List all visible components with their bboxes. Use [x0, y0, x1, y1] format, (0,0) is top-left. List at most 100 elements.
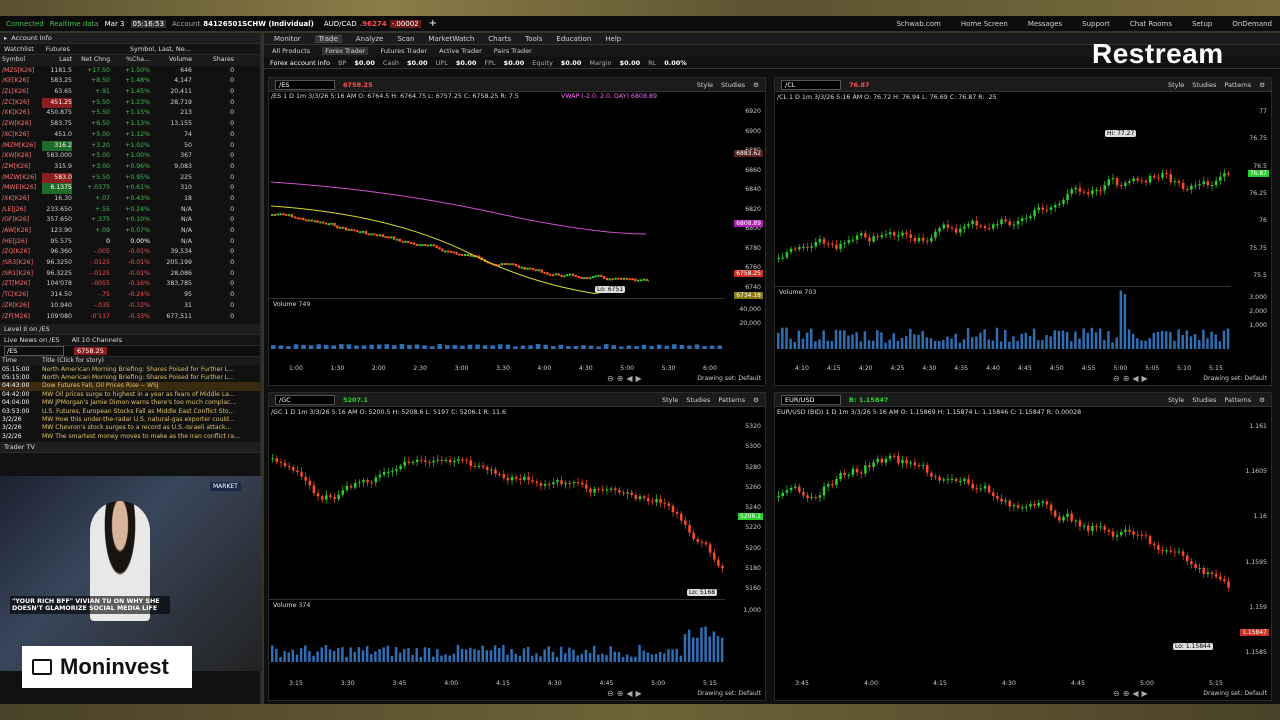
watchlist-row[interactable]: /ZM[K26] 315.9 +3.00 +0.96% 9,083 0 [0, 162, 260, 173]
patterns-menu[interactable]: Patterns [1224, 81, 1251, 89]
studies-menu[interactable]: Studies [686, 396, 710, 404]
subtab-all-products[interactable]: All Products [272, 47, 310, 55]
account-selector[interactable]: 84126501SCHW (Individual) [203, 20, 314, 28]
watchlist-row[interactable]: /HE[J26] 95.575 0 0.00% N/A 0 [0, 237, 260, 248]
chart-symbol-input[interactable]: /ES [275, 79, 335, 90]
account-info-header[interactable]: ▸ Account Info [0, 33, 260, 44]
link-home-screen[interactable]: Home Screen [961, 20, 1008, 28]
watchlist-row[interactable]: /ZQ[K26] 96.360 -.005 -0.01% 39,534 0 [0, 247, 260, 258]
news-item[interactable]: 04:43:00 Dow Futures Fall, Oil Prices Ris… [0, 382, 260, 391]
watchlist-row[interactable]: /ZC[K26] 451.25 +5.50 +1.23% 28,719 0 [0, 97, 260, 109]
watchlist-row[interactable]: /ZR[K26] 10.940 -.035 -0.32% 31 0 [0, 301, 260, 312]
subtab-futures-trader[interactable]: Futures Trader [380, 47, 427, 55]
news-item[interactable]: 3/2/26 MW The smartest money moves to mak… [0, 433, 260, 441]
studies-menu[interactable]: Studies [1192, 81, 1216, 89]
style-menu[interactable]: Style [1168, 396, 1184, 404]
chart-symbol-input[interactable]: /GC [275, 394, 335, 405]
watchlist-selector[interactable]: Futures [46, 45, 70, 53]
watchlist-row[interactable]: /AW[K26] 123.90 +.09 +0.07% N/A 0 [0, 226, 260, 237]
watchlist-row[interactable]: /ZF[M26] 109'080 -0'117 -0.33% 677,511 0 [0, 312, 260, 323]
gear-icon[interactable]: ⚙ [1259, 396, 1265, 404]
news-item[interactable]: 05:15:00 North American Morning Briefing:… [0, 374, 260, 382]
news-symbol-input[interactable]: /ES [4, 346, 64, 357]
watchlist-row[interactable]: /LE[J26] 233.650 +.55 +0.24% N/A 0 [0, 205, 260, 216]
col-shares[interactable]: Shares [192, 55, 238, 66]
pair-symbol[interactable]: AUD/CAD [324, 20, 357, 28]
menu-monitor[interactable]: Monitor [274, 35, 301, 43]
style-menu[interactable]: Style [697, 81, 713, 89]
menu-charts[interactable]: Charts [488, 35, 511, 43]
add-icon[interactable]: + [429, 18, 437, 29]
news-item[interactable]: 3/2/26 MW Chevron's stock surges to a rec… [0, 424, 260, 432]
chart-eurusd[interactable]: EUR/USD B: 1.15847 Style Studies Patterns ⚙ EU… [774, 392, 1272, 701]
trader-tv-video[interactable]: MARKET "YOUR RICH BFF" VIVIAN TU ON WHY … [0, 476, 262, 671]
all-channels-selector[interactable]: All 10 Channels [72, 336, 123, 344]
chart-es[interactable]: /ES 6758.25 Style Studies ⚙ /ES 1 D 1m 3/3/26… [268, 77, 766, 386]
col-percent-change[interactable]: %Cha... [110, 55, 150, 66]
link-chat-rooms[interactable]: Chat Rooms [1130, 20, 1172, 28]
watchlist-row[interactable]: /ZW[K26] 583.75 +6.50 +1.13% 13,155 0 [0, 119, 260, 130]
menu-help[interactable]: Help [605, 35, 621, 43]
volume-pane[interactable]: Volume 703 [775, 286, 1231, 349]
live-news-tab[interactable]: Live News on /ES [0, 336, 60, 344]
drawing-set[interactable]: Drawing set: Default [1203, 375, 1267, 382]
watchlist-row[interactable]: /XC[K26] 451.0 +5.00 +1.12% 74 0 [0, 130, 260, 141]
price-plot[interactable] [271, 419, 725, 595]
watchlist-row[interactable]: /XK[K26] 16.30 +.07 +0.43% 18 0 [0, 194, 260, 205]
subtab-active-trader[interactable]: Active Trader [439, 47, 482, 55]
chart-cl[interactable]: /CL 76.87 Style Studies Patterns ⚙ /CL 1 D 1m … [774, 77, 1272, 386]
level2-header[interactable]: Level II on /ES [0, 324, 260, 336]
chart-gc[interactable]: /GC 5207.1 Style Studies Patterns ⚙ /GC 1 D 1m… [268, 392, 766, 701]
zoom-controls[interactable]: ⊖⊕◀▶ [607, 689, 645, 698]
volume-pane[interactable]: Volume 749 [269, 298, 725, 349]
style-menu[interactable]: Style [1168, 81, 1184, 89]
watchlist-row[interactable]: /SR3[K26] 96.3250 -.0125 -0.01% 205,199 0 [0, 258, 260, 269]
watchlist-row[interactable]: /MZM[K26] 316.2 +3.20 +1.02% 50 0 [0, 140, 260, 152]
news-item[interactable]: 04:04:00 MW JPMorgan's Jamie Dimon warns … [0, 399, 260, 407]
watchlist-row[interactable]: /MZS[K26] 1181.5 +17.50 +1.50% 646 0 [0, 66, 260, 77]
gear-icon[interactable]: ⚙ [753, 396, 759, 404]
link-schwab[interactable]: Schwab.com [896, 20, 940, 28]
zoom-controls[interactable]: ⊖⊕◀▶ [1113, 689, 1151, 698]
price-plot[interactable] [777, 419, 1231, 659]
price-plot[interactable] [777, 104, 1231, 282]
watchlist-row[interactable]: /MWE[K26] 8.1375 +.0375 +0.61% 310 0 [0, 183, 260, 194]
zoom-controls[interactable]: ⊖⊕◀▶ [1113, 374, 1151, 383]
subtab-pairs-trader[interactable]: Pairs Trader [494, 47, 532, 55]
col-symbol[interactable]: Symbol [0, 55, 42, 66]
gear-icon[interactable]: ⚙ [753, 81, 759, 89]
patterns-menu[interactable]: Patterns [1224, 396, 1251, 404]
gear-icon[interactable]: ⚙ [1259, 81, 1265, 89]
watchlist-row[interactable]: /TC[K26] 314.50 -.75 -0.24% 95 0 [0, 290, 260, 301]
watchlist-row[interactable]: /MZW[K26] 583.0 +5.50 +0.95% 225 0 [0, 172, 260, 184]
chart-symbol-input[interactable]: /CL [781, 79, 841, 90]
patterns-menu[interactable]: Patterns [718, 396, 745, 404]
trader-tv-header[interactable]: Trader TV [0, 442, 260, 454]
expand-icon[interactable]: ▸ [4, 33, 7, 44]
link-setup[interactable]: Setup [1192, 20, 1212, 28]
drawing-set[interactable]: Drawing set: Default [697, 375, 761, 382]
drawing-set[interactable]: Drawing set: Default [697, 690, 761, 697]
style-menu[interactable]: Style [662, 396, 678, 404]
watchlist-row[interactable]: /KE[K26] 583.25 +8.50 +1.48% 4,147 0 [0, 76, 260, 87]
watchlist-row[interactable]: /XW[K26] 583.000 +5.00 +1.00% 367 0 [0, 151, 260, 162]
menu-education[interactable]: Education [556, 35, 591, 43]
news-item[interactable]: 05:15:00 North American Morning Briefing:… [0, 366, 260, 374]
watchlist-row[interactable]: /XK[K26] 450.875 +5.50 +1.15% 213 0 [0, 108, 260, 119]
col-volume[interactable]: Volume [150, 55, 192, 66]
link-messages[interactable]: Messages [1028, 20, 1062, 28]
watchlist-label[interactable]: Watchlist [0, 45, 34, 53]
news-item[interactable]: 03:53:00 U.S. Futures, European Stocks Fa… [0, 408, 260, 416]
subtab-forex-trader[interactable]: Forex Trader [322, 47, 369, 55]
symbol-search[interactable]: Symbol, Last, Ne... [130, 45, 191, 53]
menu-trade[interactable]: Trade [314, 34, 342, 43]
col-last[interactable]: Last [42, 55, 72, 66]
studies-menu[interactable]: Studies [721, 81, 745, 89]
link-support[interactable]: Support [1082, 20, 1110, 28]
watchlist-row[interactable]: /SR1[K26] 96.3225 -.0125 -0.01% 28,086 0 [0, 269, 260, 280]
menu-tools[interactable]: Tools [525, 35, 542, 43]
studies-menu[interactable]: Studies [1192, 396, 1216, 404]
menu-scan[interactable]: Scan [397, 35, 414, 43]
zoom-controls[interactable]: ⊖⊕◀▶ [607, 374, 645, 383]
menu-marketwatch[interactable]: MarketWatch [428, 35, 474, 43]
